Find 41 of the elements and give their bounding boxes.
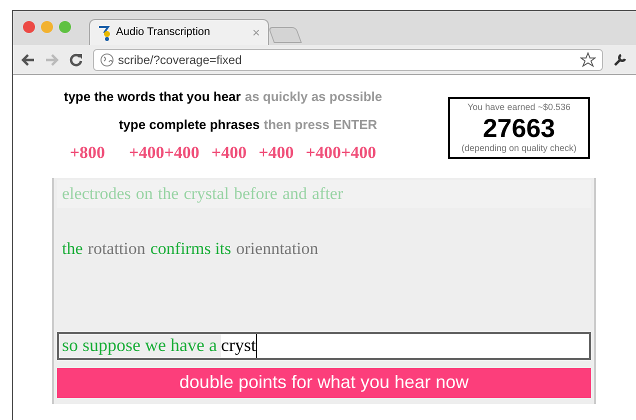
points-award: +400: [211, 142, 247, 164]
instruction-text: type complete phrases: [118, 116, 260, 134]
transcript-word: electrodes: [62, 182, 131, 205]
typed-text: cryst: [220, 334, 257, 358]
instruction-hint: then press ENTER: [264, 116, 378, 134]
points-award: +400+400: [129, 142, 200, 164]
earnings-caption: You have earned ~$0.536: [467, 100, 570, 114]
transcript-word: orienntation: [236, 238, 318, 260]
transcript-word: rotattion: [88, 238, 146, 260]
double-points-banner: double points for what you hear now: [57, 368, 591, 398]
back-icon[interactable]: [21, 54, 35, 66]
transcript-word: on: [136, 182, 153, 205]
browser-tab[interactable]: Audio Transcription ×: [89, 19, 269, 45]
wrench-icon[interactable]: [613, 52, 627, 66]
transcript-word: before: [234, 182, 278, 205]
points-award: +800: [70, 142, 106, 164]
star-icon[interactable]: [580, 52, 596, 68]
instruction-hint: as quickly as possible: [244, 88, 382, 106]
forward-icon[interactable]: [45, 54, 59, 66]
transcript-word: and: [282, 182, 307, 205]
reload-icon[interactable]: [69, 52, 83, 66]
transcript-word: the: [158, 182, 179, 205]
tab-title: Audio Transcription: [116, 25, 212, 40]
confirmed-prefix: so suppose we have a: [59, 334, 221, 358]
earnings-note: (depending on quality check): [461, 142, 577, 155]
score-value: 27663: [482, 114, 556, 142]
site-logo-icon: [98, 24, 112, 40]
points-award: +400+400: [306, 142, 376, 164]
address-bar[interactable]: scribe/?coverage=fixed: [93, 48, 603, 70]
transcript-word: after: [312, 182, 344, 205]
close-window-button[interactable]: [23, 21, 35, 33]
transcript-word: the: [62, 238, 83, 260]
instruction-text: type the words that you hear: [64, 88, 241, 106]
points-award: +400: [258, 142, 294, 164]
phrase-input[interactable]: so suppose we have a cryst: [57, 332, 591, 360]
new-tab-button[interactable]: [268, 27, 302, 43]
zoom-window-button[interactable]: [59, 21, 71, 33]
transcript-word: confirms its: [150, 238, 232, 260]
globe-icon: [100, 52, 114, 66]
transcript-word: crystal: [184, 182, 230, 205]
address-text: scribe/?coverage=fixed: [118, 52, 243, 68]
